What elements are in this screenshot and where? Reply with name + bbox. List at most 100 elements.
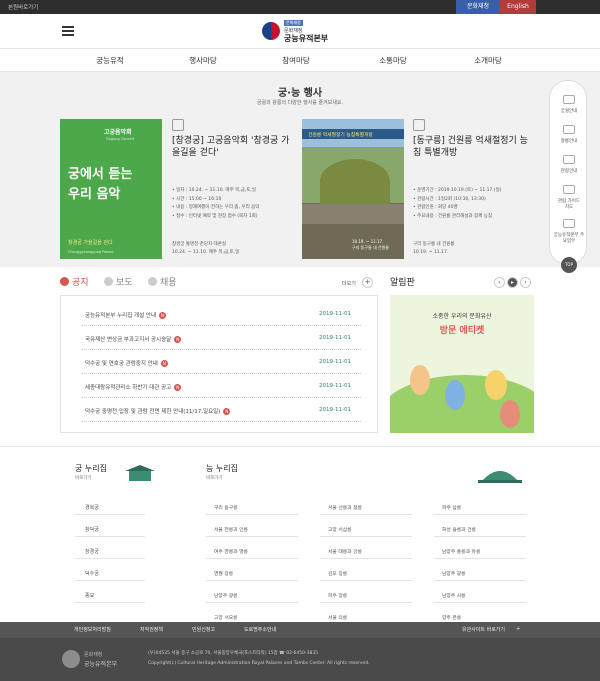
palace-link[interactable]: 창덕궁 xyxy=(75,521,145,537)
event-title[interactable]: [동구릉] 건원릉 억새절정기 능침 특별개방 xyxy=(413,135,531,159)
emblem-icon xyxy=(262,22,280,40)
tomb-mound-icon xyxy=(478,471,522,483)
poster-english: Gogung Concert xyxy=(106,137,135,141)
notice-title: 세종대왕유적관리소 하반기 대관 공고 N xyxy=(85,383,182,391)
tomb-link[interactable]: 남양주 광릉 xyxy=(434,565,526,581)
etiquette-banner[interactable]: 소중한 우리의 문화유산 방문 에티켓 xyxy=(390,295,534,433)
tab-label: 채용 xyxy=(160,278,177,288)
palace-link[interactable]: 덕수궁 xyxy=(75,565,145,581)
tomb-link[interactable]: 서울 태릉과 강릉 xyxy=(320,543,412,559)
tab-notice[interactable]: 공지 xyxy=(60,275,89,288)
menu-icon[interactable] xyxy=(62,26,74,36)
tab-label: 보도 xyxy=(116,278,133,288)
quick-item-guide-map[interactable]: 관람 가이드 지도 xyxy=(550,198,588,210)
notice-date: 2019-11-01 xyxy=(319,407,351,413)
more-label[interactable]: 더보기 xyxy=(342,280,356,287)
tomb-icon xyxy=(413,119,425,131)
event-details: • 일자 : 10.24. ~ 11.10. 매주 목,금,토,일 • 시간 :… xyxy=(172,187,259,221)
new-badge-icon: N xyxy=(174,384,182,391)
visit-info-icon xyxy=(563,155,575,164)
palace-link[interactable]: 종묘 xyxy=(75,587,145,603)
nav-item[interactable]: 궁능유적 xyxy=(70,55,150,66)
privacy-link[interactable]: 개인정보처리방침 xyxy=(74,626,111,633)
tomb-link[interactable]: 파주 삼릉 xyxy=(434,499,526,515)
palace-roof-icon xyxy=(125,465,155,481)
pause-icon[interactable]: ▸ xyxy=(507,277,518,288)
footer-logo-sub: 문화재청 xyxy=(84,652,103,658)
location-text: 구리 동구릉 내 건원릉 xyxy=(413,242,455,247)
nav-item[interactable]: 소개마당 xyxy=(448,55,528,66)
home-link[interactable]: 본원바로가기 xyxy=(8,3,38,11)
event-period: • 운영기간 : 2019.10.19.(토) ~ 11.17.(일) xyxy=(413,188,502,193)
tomb-link[interactable]: 남양주 홍릉과 유릉 xyxy=(434,543,526,559)
event-capacity: • 관람인원 : 회당 40명 xyxy=(413,205,458,210)
list-item[interactable]: 궁능유적본부 누리집 개설 안내 N 2019-11-01 xyxy=(81,304,361,326)
notice-title: 덕수궁 및 연호궁 관람중지 안내 N xyxy=(85,359,168,367)
tomb-link[interactable]: 영월 장릉 xyxy=(206,565,298,581)
notice-title-text: 세종대왕유적관리소 하반기 대관 공고 xyxy=(85,385,172,391)
lang-english-button[interactable]: English xyxy=(500,0,536,14)
event-location: 구리 동구릉 내 건원릉 10.19. ~ 11.17. xyxy=(413,241,455,257)
notice-title-text: 덕수궁 중명전 입장 및 관람 전면 제한 안내(11/17,일요일) xyxy=(85,409,221,415)
tab-recruit[interactable]: 채용 xyxy=(148,275,177,288)
family-site-select[interactable]: 유관사이트 바로가기 xyxy=(462,626,505,633)
quick-item-tomb[interactable]: 왕릉안내 xyxy=(550,138,588,144)
nav-item[interactable]: 참여마당 xyxy=(256,55,336,66)
notice-date: 2019-11-01 xyxy=(319,359,351,365)
footer-address: (우)04535 서울 중구 소공로 70, 서울중앙우체국(포스트타워) 15… xyxy=(148,651,319,656)
event-poster-2[interactable]: 건원릉 억새절정기 능침특별개방 10.19. ~ 11.17. 구리 동구릉 … xyxy=(302,119,404,259)
tomb-link[interactable]: 파주 장릉 xyxy=(320,587,412,603)
list-item[interactable]: 세종대왕유적관리소 하반기 대관 공고 N 2019-11-01 xyxy=(81,376,361,398)
tomb-sites-sub: 바로가기 xyxy=(206,476,223,481)
list-item[interactable]: 국유재산 변상금 부과고지서 공시송달 N 2019-11-01 xyxy=(81,328,361,350)
tomb-link[interactable]: 여주 영릉과 영릉 xyxy=(206,543,298,559)
notice-title-text: 궁능유적본부 누리집 개설 안내 xyxy=(85,313,157,319)
palace-link[interactable]: 경복궁 xyxy=(75,499,145,515)
schedule-text: 10.24. ~ 11.10. 매주 목,금,토,일 xyxy=(172,250,240,255)
tab-press[interactable]: 보도 xyxy=(104,275,133,288)
scroll-top-button[interactable]: TOP xyxy=(561,257,577,273)
tomb-link[interactable]: 서울 선릉과 정릉 xyxy=(320,499,412,515)
tomb-sites-title: 능 누리집 xyxy=(206,464,238,473)
event-title[interactable]: [창경궁] 고궁음악회 '창경궁 가을길을 걷다' xyxy=(172,135,290,159)
lang-cha-button[interactable]: 문화재청 xyxy=(456,0,500,14)
royal-tomb-image xyxy=(320,159,390,204)
prev-icon[interactable]: ‹ xyxy=(494,277,505,288)
quick-item-palace[interactable]: 궁궐안내 xyxy=(550,108,588,114)
list-item[interactable]: 덕수궁 중명전 입장 및 관람 전면 제한 안내(11/17,일요일) N 201… xyxy=(81,400,361,422)
event-poster-1[interactable]: 고궁음악회 Gogung Concert 궁에서 듣는 우리 음악 창경궁 가을… xyxy=(60,119,162,259)
poster-headline: 우리 음악 xyxy=(68,187,121,202)
tomb-link[interactable]: 화성 융릉과 건릉 xyxy=(434,521,526,537)
event-content: • 주요내용 : 건원릉 관리해설과 함께 능침 xyxy=(413,213,492,219)
civil-link[interactable]: 민원신청고 xyxy=(192,626,215,633)
tomb-link[interactable]: 구리 동구릉 xyxy=(206,499,298,515)
copyright-link[interactable]: 저작권정책 xyxy=(140,626,163,633)
family-sites: 궁 누리집 바로가기 경복궁 창덕궁 창경궁 덕수궁 종묘 능 누리집 바로가기… xyxy=(0,446,600,625)
person-illustration xyxy=(410,365,430,395)
site-logo[interactable]: 문화재청 문화재청 궁능유적본부 xyxy=(262,20,372,44)
quick-item-work[interactable]: 궁능유적본부 주요업무 xyxy=(550,232,588,244)
nav-item[interactable]: 행사마당 xyxy=(163,55,243,66)
work-icon xyxy=(563,219,575,228)
tomb-link[interactable]: 고양 서삼릉 xyxy=(320,521,412,537)
list-item[interactable]: 덕수궁 및 연호궁 관람중지 안내 N 2019-11-01 xyxy=(81,352,361,374)
banner-text: 소중한 우리의 문화유산 xyxy=(432,313,492,320)
notice-title: 궁능유적본부 누리집 개설 안내 N xyxy=(85,311,167,319)
tomb-link[interactable]: 남양주 광릉 xyxy=(206,587,298,603)
more-plus-icon[interactable]: + xyxy=(362,277,373,288)
event-details: • 운영기간 : 2019.10.19.(토) ~ 11.17.(일) • 관람… xyxy=(413,187,501,221)
nav-item[interactable]: 소통마당 xyxy=(353,55,433,66)
events-section: 궁·능 행사 궁궐과 왕릉의 다양한 행사를 즐겨보세요. 고궁음악회 Gogu… xyxy=(0,72,600,267)
address-link[interactable]: 도로명주소안내 xyxy=(244,626,276,633)
next-icon[interactable]: › xyxy=(520,277,531,288)
palace-link[interactable]: 창경궁 xyxy=(75,543,145,559)
person-illustration xyxy=(485,370,507,400)
plus-icon[interactable]: + xyxy=(516,626,520,632)
quick-menu: 궁궐안내 왕릉안내 관람안내 관람 가이드 지도 궁능유적본부 주요업무 TOP xyxy=(549,80,588,273)
stone-railing-image xyxy=(302,204,404,224)
quick-item-visit[interactable]: 관람안내 xyxy=(550,168,588,174)
tomb-link[interactable]: 서울 헌릉과 인릉 xyxy=(206,521,298,537)
tomb-link[interactable]: 남양주 사릉 xyxy=(434,587,526,603)
tomb-link[interactable]: 김포 장릉 xyxy=(320,565,412,581)
poster-location: 구리 동구릉 내 건원릉 xyxy=(352,245,389,250)
